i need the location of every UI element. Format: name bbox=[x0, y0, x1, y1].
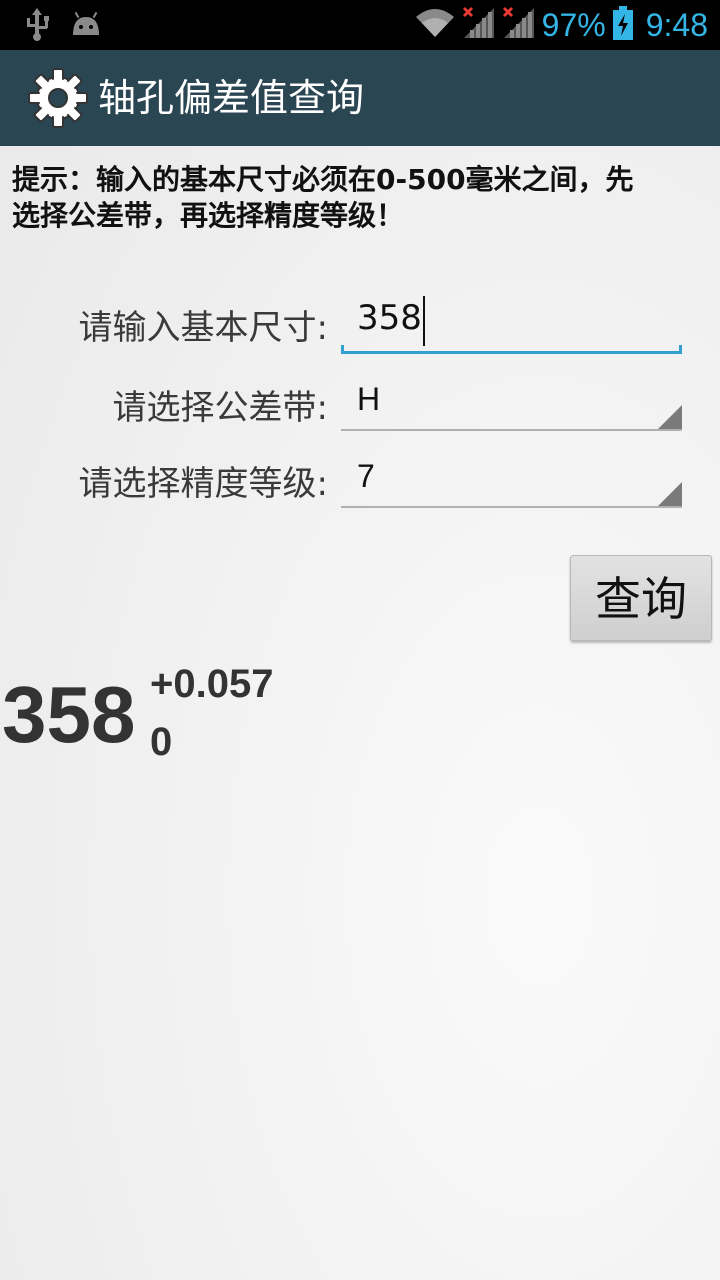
input-underline bbox=[341, 345, 682, 354]
size-input-value: 358 bbox=[357, 298, 422, 338]
result-upper-deviation: +0.057 bbox=[150, 662, 274, 706]
tolerance-value: H bbox=[357, 381, 381, 417]
usb-icon bbox=[22, 8, 52, 42]
size-input[interactable]: 358 bbox=[341, 290, 682, 354]
result-lower-deviation: 0 bbox=[150, 720, 173, 764]
battery-percent: 97% bbox=[541, 7, 606, 43]
android-debug-icon bbox=[70, 11, 102, 39]
dropdown-arrow-icon bbox=[658, 482, 682, 506]
grade-spinner[interactable]: 7 bbox=[341, 448, 682, 508]
gear-icon[interactable] bbox=[28, 68, 88, 128]
signal-icon bbox=[462, 6, 496, 44]
grade-value: 7 bbox=[357, 458, 375, 494]
wifi-icon bbox=[414, 7, 456, 43]
app-title: 轴孔偏差值查询 bbox=[98, 76, 365, 120]
battery-charging-icon bbox=[612, 6, 634, 44]
spinner-underline bbox=[341, 429, 682, 431]
text-cursor bbox=[423, 296, 425, 346]
grade-label: 请选择精度等级: bbox=[78, 464, 328, 504]
signal-icon bbox=[502, 6, 536, 44]
hint-text: 提示：输入的基本尺寸必须在0-500毫米之间，先选择公差带，再选择精度等级！ bbox=[12, 163, 634, 232]
action-bar: 轴孔偏差值查询 bbox=[0, 50, 720, 146]
status-bar: 97% 9:48 bbox=[0, 0, 720, 50]
spinner-underline bbox=[341, 506, 682, 508]
tolerance-label: 请选择公差带: bbox=[112, 388, 328, 428]
result-base-size: 358 bbox=[2, 670, 136, 759]
dropdown-arrow-icon bbox=[658, 405, 682, 429]
tolerance-spinner[interactable]: H bbox=[341, 371, 682, 431]
size-label: 请输入基本尺寸: bbox=[78, 308, 328, 348]
clock: 9:48 bbox=[645, 7, 708, 43]
query-button[interactable]: 查询 bbox=[570, 555, 712, 641]
